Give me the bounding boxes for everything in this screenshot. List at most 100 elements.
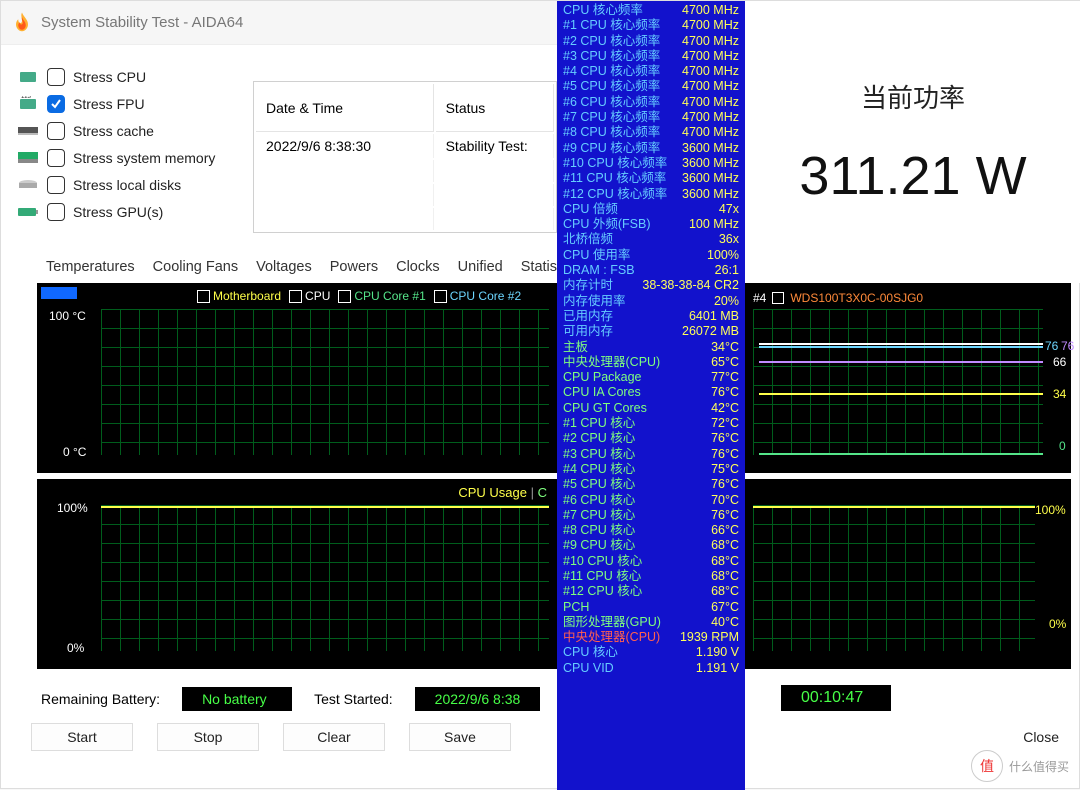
tab-clocks[interactable]: Clocks [387, 253, 449, 281]
monitor-row: CPU 使用率100% [563, 248, 739, 263]
aida64-window: System Stability Test - AIDA64 Stress CP… [0, 0, 1080, 789]
monitor-val: 3600 MHz [682, 141, 739, 156]
monitor-val: 76°C [711, 385, 739, 400]
monitor-row: #11 CPU 核心频率3600 MHz [563, 171, 739, 186]
power-value: 311.21 W [799, 145, 1026, 207]
status-row: Remaining Battery: No battery Test Start… [41, 687, 1059, 711]
monitor-val: 72°C [711, 416, 739, 431]
monitor-row: #5 CPU 核心76°C [563, 477, 739, 492]
tab-temperatures[interactable]: Temperatures [37, 253, 144, 281]
legend-item[interactable]: CPU Core #1 [338, 289, 425, 303]
tab-powers[interactable]: Powers [321, 253, 387, 281]
temp-legend: Motherboard CPU CPU Core #1 CPU Core #2 [197, 289, 521, 303]
monitor-key: #11 CPU 核心 [563, 569, 641, 584]
legend-item[interactable]: CPU Core #2 [434, 289, 521, 303]
monitor-row: #3 CPU 核心76°C [563, 447, 739, 462]
elapsed-value: 00:10:47 [781, 685, 891, 711]
monitor-row: #9 CPU 核心频率3600 MHz [563, 141, 739, 156]
chart-grid [753, 505, 1035, 651]
monitor-key: 内存计时 [563, 278, 613, 293]
stress-checkbox[interactable] [47, 149, 65, 167]
legend-checkbox-icon [197, 290, 210, 303]
line3 [759, 361, 1043, 363]
monitor-row: #1 CPU 核心频率4700 MHz [563, 18, 739, 33]
monitor-val: 4700 MHz [682, 3, 739, 18]
monitor-row: 北桥倍频36x [563, 232, 739, 247]
stress-checkbox[interactable] [47, 95, 65, 113]
stress-checkbox[interactable] [47, 203, 65, 221]
stop-button[interactable]: Stop [157, 723, 259, 751]
legend-item[interactable]: Motherboard [197, 289, 281, 303]
disk-temp-chart [745, 283, 1071, 473]
tab-unified[interactable]: Unified [449, 253, 512, 281]
tab-voltages[interactable]: Voltages [247, 253, 321, 281]
usage-chart-right [745, 479, 1071, 669]
svg-text:123: 123 [21, 96, 32, 100]
monitor-val: 70°C [711, 493, 739, 508]
gpu-card-icon [15, 202, 41, 222]
monitor-row: #8 CPU 核心66°C [563, 523, 739, 538]
stress-checkbox[interactable] [47, 122, 65, 140]
monitor-row: #1 CPU 核心72°C [563, 416, 739, 431]
col-date[interactable]: Date & Time [256, 84, 434, 132]
stress-label: Stress GPU(s) [73, 204, 163, 220]
monitor-key: #6 CPU 核心频率 [563, 95, 660, 110]
stress-checkbox[interactable] [47, 176, 65, 194]
log-row-date: 2022/9/6 8:38:30 [256, 134, 434, 158]
power-card: 当前功率 311.21 W [745, 1, 1080, 283]
monitor-key: #1 CPU 核心频率 [563, 18, 660, 33]
monitor-row: CPU 核心1.190 V [563, 645, 739, 660]
monitor-val: 26072 MB [682, 324, 739, 339]
axis-76a: 76 [1045, 339, 1058, 353]
save-button[interactable]: Save [409, 723, 511, 751]
line4 [759, 393, 1043, 395]
tab-cooling fans[interactable]: Cooling Fans [144, 253, 247, 281]
close-button[interactable]: Close [1023, 729, 1059, 745]
legend-checkbox-icon [338, 290, 351, 303]
monitor-row: #12 CPU 核心频率3600 MHz [563, 187, 739, 202]
temperature-chart: 100 °C 0 °C MotherboardCPUCPU Core #1CPU… [37, 283, 557, 473]
monitor-row: 已用内存6401 MB [563, 309, 739, 324]
monitor-val: 76°C [711, 431, 739, 446]
monitor-row: 内存计时38-38-38-84 CR2 [563, 278, 739, 293]
battery-value: No battery [182, 687, 292, 711]
legend-item[interactable]: CPU [289, 289, 330, 303]
chip-icon [15, 67, 41, 87]
monitor-row: #3 CPU 核心频率4700 MHz [563, 49, 739, 64]
started-value: 2022/9/6 8:38 [415, 687, 541, 711]
monitor-key: CPU Package [563, 370, 642, 385]
monitor-val: 76°C [711, 447, 739, 462]
monitor-key: CPU GT Cores [563, 401, 647, 416]
monitor-val: 67°C [711, 600, 739, 615]
monitor-row: DRAM : FSB26:1 [563, 263, 739, 278]
monitor-val: 4700 MHz [682, 79, 739, 94]
usage-line-r [753, 506, 1035, 508]
monitor-row: CPU IA Cores76°C [563, 385, 739, 400]
monitor-key: 图形处理器(GPU) [563, 615, 661, 630]
ram-stick-icon [15, 121, 41, 141]
start-button[interactable]: Start [31, 723, 133, 751]
monitor-row: #8 CPU 核心频率4700 MHz [563, 125, 739, 140]
monitor-key: 主板 [563, 340, 588, 355]
stress-label: Stress local disks [73, 177, 181, 193]
monitor-key: 中央处理器(CPU) [563, 630, 660, 645]
stress-options: Stress CPU123 Stress FPU Stress cache St… [1, 45, 245, 225]
monitor-row: 中央处理器(CPU)1939 RPM [563, 630, 739, 645]
monitor-row: 可用内存26072 MB [563, 324, 739, 339]
stress-option-0: Stress CPU [15, 63, 239, 90]
usage-right-bot: 0% [1049, 617, 1066, 631]
stress-checkbox[interactable] [47, 68, 65, 86]
action-buttons: Start Stop Clear Save [31, 723, 1059, 751]
axis-34: 34 [1053, 387, 1066, 401]
monitor-key: CPU 倍频 [563, 202, 618, 217]
monitor-val: 76°C [711, 477, 739, 492]
clear-button[interactable]: Clear [283, 723, 385, 751]
watermark-text: 什么值得买 [1009, 758, 1069, 775]
monitor-row: #2 CPU 核心76°C [563, 431, 739, 446]
monitor-val: 1.191 V [696, 661, 739, 676]
monitor-val: 20% [714, 294, 739, 309]
col-status[interactable]: Status [436, 84, 554, 132]
monitor-row: #9 CPU 核心68°C [563, 538, 739, 553]
hw-monitor-panel: CPU 核心频率4700 MHz#1 CPU 核心频率4700 MHz#2 CP… [557, 1, 745, 790]
battery-label: Remaining Battery: [41, 691, 160, 707]
